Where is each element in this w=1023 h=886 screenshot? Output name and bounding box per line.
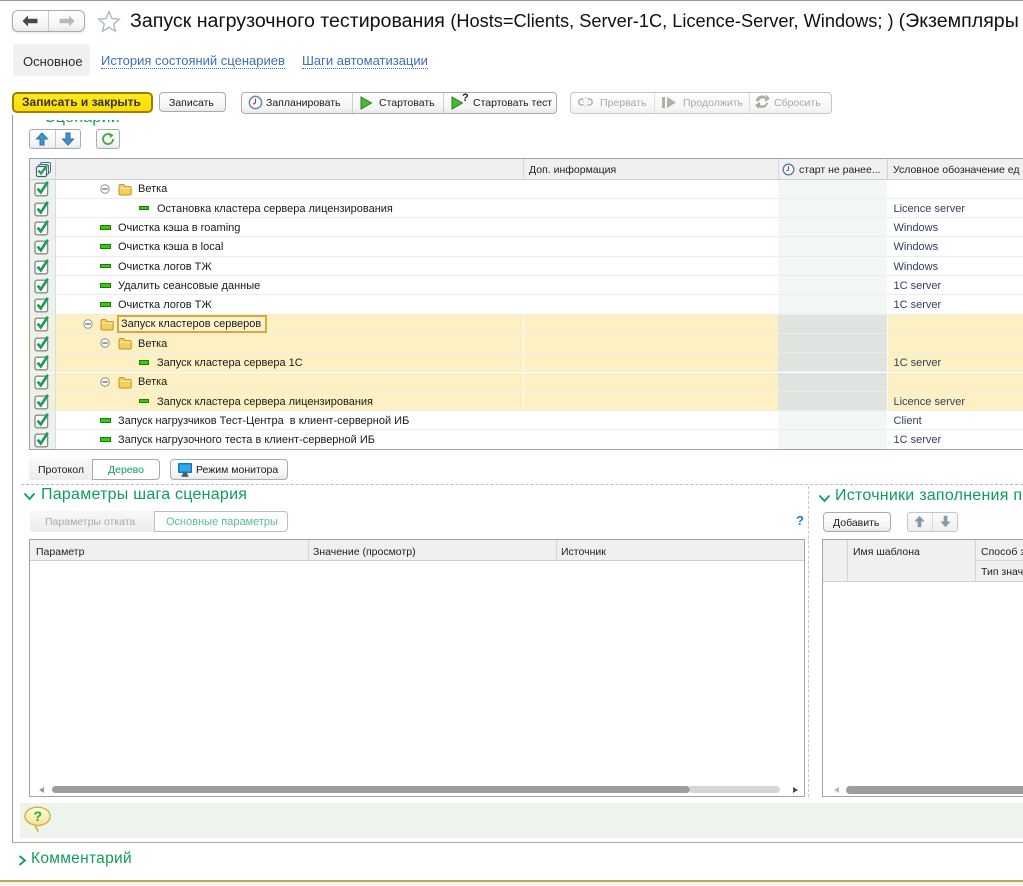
svg-text:?: ? [34, 808, 43, 824]
